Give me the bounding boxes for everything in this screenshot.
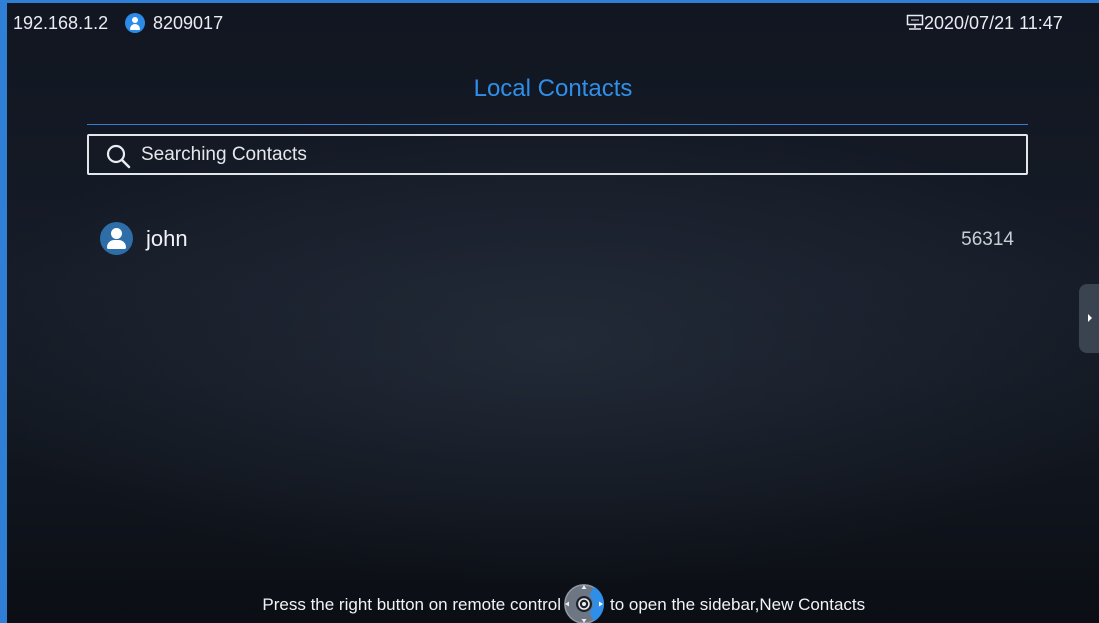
person-icon — [100, 222, 133, 255]
contacts-screen: 192.168.1.2 8209017 2020/07/21 11:47 Loc… — [0, 0, 1099, 623]
title-divider — [87, 124, 1028, 125]
search-box[interactable] — [87, 134, 1028, 175]
date-time: 2020/07/21 11:47 — [924, 13, 1063, 33]
search-icon — [106, 144, 131, 169]
chevron-right-icon — [1088, 314, 1092, 322]
contact-row[interactable]: john 56314 — [87, 215, 1028, 261]
hint-text-after: to open the sidebar,New Contacts — [610, 595, 866, 614]
account-icon — [125, 13, 145, 33]
hint-text-before: Press the right button on remote control — [262, 595, 561, 614]
search-input[interactable] — [141, 136, 1001, 173]
contact-name: john — [146, 226, 188, 251]
contact-number: 56314 — [961, 229, 1014, 250]
account-number: 8209017 — [153, 13, 224, 33]
remote-dpad-icon — [564, 584, 604, 623]
sidebar-toggle-button[interactable] — [1079, 284, 1099, 353]
ip-address: 192.168.1.2 — [13, 13, 109, 33]
remote-hint: Press the right button on remote control… — [7, 584, 1099, 623]
page-title: Local Contacts — [473, 75, 633, 102]
network-icon — [906, 14, 924, 30]
status-bar: 192.168.1.2 8209017 2020/07/21 11:47 — [7, 3, 1099, 45]
